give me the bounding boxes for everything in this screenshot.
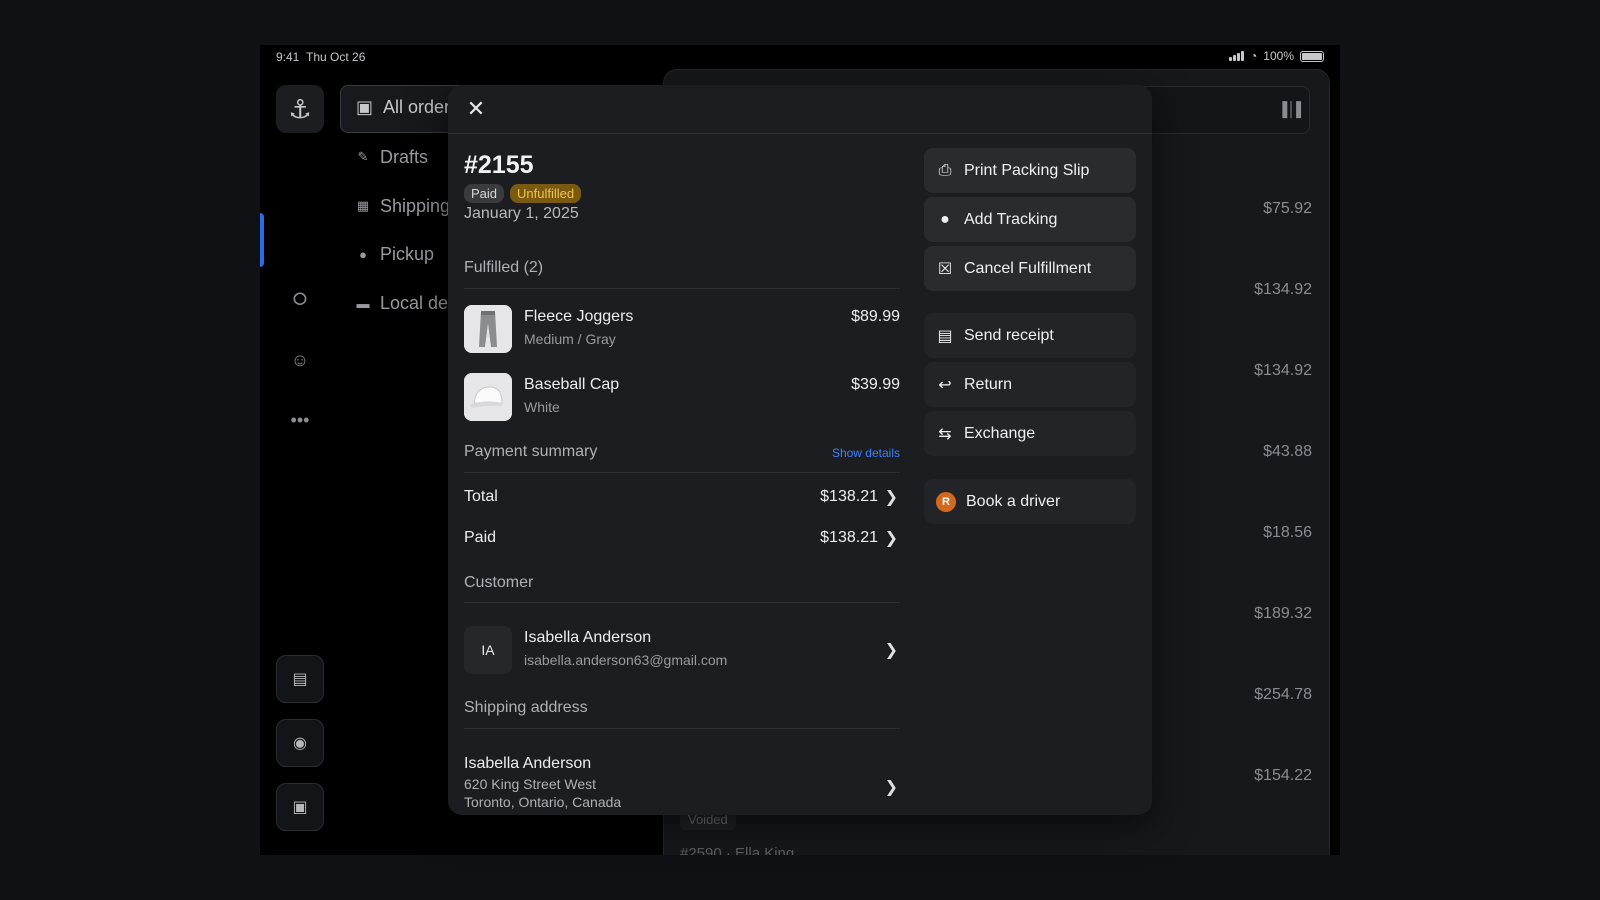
exchange-button[interactable]: ⇆ Exchange: [924, 411, 1136, 456]
item-variant: White: [524, 399, 560, 415]
lock-icon[interactable]: ▣: [276, 783, 324, 831]
shipping-section-title: Shipping address: [464, 699, 588, 716]
driver-app-icon: R: [936, 491, 956, 512]
anchor-logo-icon[interactable]: ⚓: [276, 85, 324, 133]
paid-row[interactable]: Paid $138.21 ❯: [464, 527, 900, 551]
more-icon[interactable]: •••: [276, 402, 324, 438]
order-badges: Paid Unfulfilled: [464, 184, 582, 203]
item-variant: Medium / Gray: [524, 331, 616, 347]
person-icon[interactable]: ☺: [276, 342, 324, 378]
modal-header: ✕: [448, 85, 1152, 134]
order-price: $134.92: [1254, 362, 1312, 379]
order-price: $75.92: [1263, 200, 1312, 217]
chevron-right-icon: ❯: [884, 489, 898, 506]
customer-row[interactable]: IA Isabella Anderson isabella.anderson63…: [464, 626, 900, 676]
item-price: $39.99: [851, 376, 900, 393]
order-price: $254.78: [1254, 686, 1312, 703]
status-right: ◔ 100%: [1229, 49, 1324, 63]
paid-badge: Paid: [464, 184, 505, 203]
calendar-x-icon: ☒: [937, 260, 953, 278]
customer-email: isabella.anderson63@gmail.com: [524, 652, 728, 668]
divider: [464, 728, 900, 729]
pin-icon: ●: [359, 246, 367, 262]
inbox-icon: ▣: [356, 97, 374, 117]
status-time: 9:41 Thu Oct 26: [276, 50, 366, 64]
payment-section-title: Payment summary: [464, 443, 598, 460]
status-bar: 9:41 Thu Oct 26 ◔ 100%: [260, 45, 1340, 69]
cancel-fulfillment-button[interactable]: ☒ Cancel Fulfillment: [924, 246, 1136, 291]
order-detail-modal: ✕ #2155 Paid Unfulfilled January 1, 2025…: [448, 85, 1152, 815]
order-price: $154.22: [1254, 767, 1312, 784]
draft-icon: ✎: [357, 149, 369, 164]
order-price: $134.92: [1254, 281, 1312, 298]
total-row[interactable]: Total $138.21 ❯: [464, 486, 900, 510]
chevron-right-icon: ❯: [884, 779, 898, 796]
divider: [464, 472, 900, 473]
order-price: $43.88: [1263, 443, 1312, 460]
broadcast-icon[interactable]: ◉: [276, 719, 324, 767]
shipping-name: Isabella Anderson: [464, 755, 592, 772]
nav-item-pickup[interactable]: ● Pickup: [356, 242, 434, 266]
receipt-icon: ▤: [937, 327, 953, 345]
tag-icon[interactable]: ⭘: [276, 281, 324, 317]
close-icon[interactable]: ✕: [462, 95, 490, 123]
order-row-peek: #2590 · Ella King: [680, 845, 795, 855]
item-name: Fleece Joggers: [524, 308, 634, 325]
show-details-link[interactable]: Show details: [832, 446, 900, 460]
chevron-right-icon: ❯: [884, 642, 898, 659]
shipping-line2: Toronto, Ontario, Canada: [464, 794, 622, 810]
battery-percent: 100%: [1263, 49, 1294, 63]
location-pin-icon: ●: [940, 210, 950, 228]
line-item[interactable]: Baseball Cap White $39.99: [464, 373, 900, 423]
cellular-icon: [1229, 51, 1245, 61]
customer-name: Isabella Anderson: [524, 629, 652, 646]
fulfilled-section-title: Fulfilled (2): [464, 259, 544, 276]
paid-amount: $138.21: [820, 529, 878, 546]
return-button[interactable]: ↩ Return: [924, 362, 1136, 407]
customer-section-title: Customer: [464, 574, 534, 591]
active-rail-indicator: [260, 213, 264, 267]
chevron-right-icon: ❯: [884, 530, 898, 547]
cap-thumbnail: [464, 373, 512, 421]
truck-icon: ▬: [356, 295, 370, 311]
line-item[interactable]: Fleece Joggers Medium / Gray $89.99: [464, 305, 900, 355]
item-name: Baseball Cap: [524, 376, 620, 393]
book-a-driver-button[interactable]: R Book a driver: [924, 479, 1136, 524]
order-price: $18.56: [1263, 524, 1312, 541]
order-date: January 1, 2025: [464, 205, 579, 222]
shipping-line1: 620 King Street West: [464, 776, 597, 792]
order-price: $189.32: [1254, 605, 1312, 622]
nav-item-drafts[interactable]: ✎ Drafts: [356, 145, 428, 169]
exchange-arrows-icon: ⇆: [938, 425, 952, 443]
joggers-thumbnail: [464, 305, 512, 353]
add-tracking-button[interactable]: ● Add Tracking: [924, 197, 1136, 242]
order-number: #2155: [464, 151, 534, 179]
customer-avatar: IA: [464, 626, 512, 674]
item-price: $89.99: [851, 308, 900, 325]
wifi-icon: ◔: [1250, 49, 1258, 63]
nav-item-shipping[interactable]: ▦ Shipping: [356, 194, 450, 218]
divider: [464, 288, 900, 289]
send-receipt-button[interactable]: ▤ Send receipt: [924, 313, 1136, 358]
shipping-address-row[interactable]: Isabella Anderson 620 King Street West T…: [464, 755, 900, 810]
box-icon: ▦: [356, 198, 370, 213]
print-packing-slip-button[interactable]: ⎙ Print Packing Slip: [924, 148, 1136, 193]
store-icon[interactable]: ▤: [276, 655, 324, 703]
total-amount: $138.21: [820, 488, 878, 505]
unfulfilled-badge: Unfulfilled: [510, 184, 582, 203]
divider: [464, 602, 900, 603]
return-arrow-icon: ↩: [938, 376, 952, 394]
printer-icon: ⎙: [938, 161, 952, 179]
battery-icon: [1300, 50, 1324, 62]
barcode-scan-icon[interactable]: ▐│▌: [1277, 101, 1306, 117]
